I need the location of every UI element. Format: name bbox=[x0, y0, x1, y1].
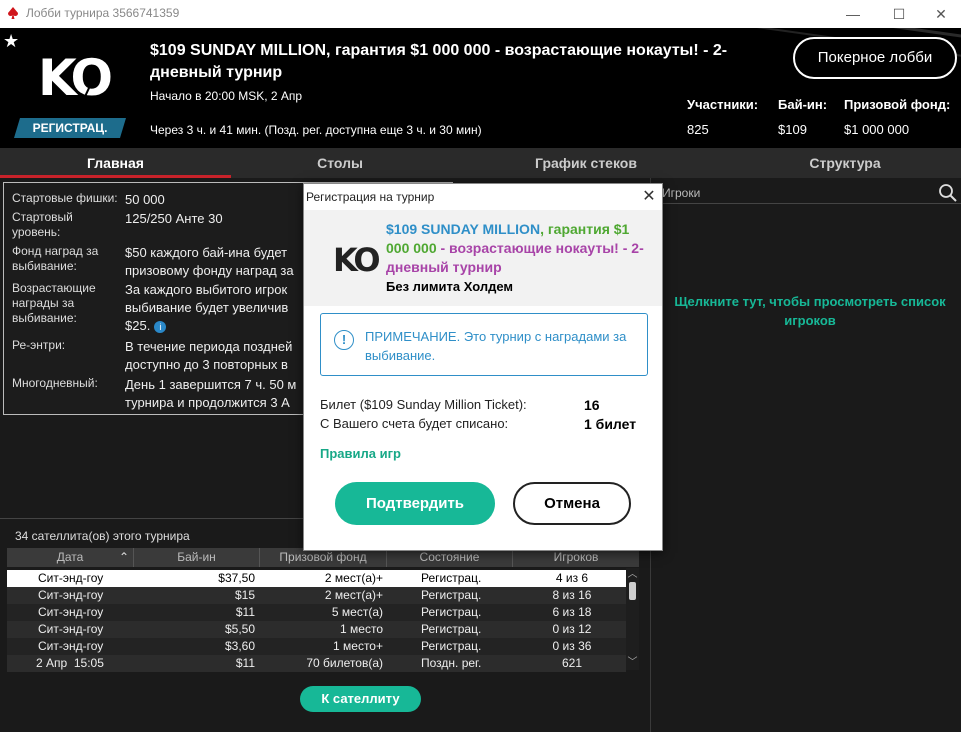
charge-label: С Вашего счета будет списано: bbox=[320, 416, 509, 431]
close-icon[interactable]: ✕ bbox=[640, 188, 658, 206]
players-panel bbox=[650, 178, 961, 732]
info-icon[interactable]: i bbox=[154, 320, 167, 333]
exclamation-icon: ! bbox=[334, 330, 354, 350]
countdown-text: Через 3 ч. и 41 мин. (Позд. рег. доступн… bbox=[150, 123, 482, 137]
knockout-logo: KO bbox=[333, 241, 381, 279]
entrants-label: Участники: bbox=[687, 97, 759, 112]
tab-main[interactable]: Главная bbox=[0, 148, 231, 178]
players-search-label: Игроки bbox=[662, 186, 701, 200]
pokerstars-spade-icon bbox=[8, 7, 18, 19]
search-icon[interactable] bbox=[938, 183, 958, 203]
entrants-value: 825 bbox=[687, 122, 709, 137]
note-box: ! ПРИМЕЧАНИЕ. Это турнир с наградами за … bbox=[320, 313, 648, 376]
ticket-label: Билет ($109 Sunday Million Ticket): bbox=[320, 397, 527, 412]
favorite-star-icon[interactable]: ★ bbox=[3, 31, 19, 52]
scroll-thumb[interactable] bbox=[629, 582, 636, 600]
view-players-link[interactable]: Щелкните тут, чтобы просмотреть список и… bbox=[660, 292, 960, 330]
close-window-button[interactable]: ✕ bbox=[918, 0, 961, 28]
note-text: ПРИМЕЧАНИЕ. Это турнир с наградами за вы… bbox=[365, 329, 627, 363]
table-row[interactable]: Сит-энд-гоу $3,60 1 место+ Регистрац. 0 … bbox=[7, 638, 626, 655]
confirm-button[interactable]: Подтвердить bbox=[335, 482, 495, 525]
table-row[interactable]: Сит-энд-гоу $5,50 1 место Регистрац. 0 и… bbox=[7, 621, 626, 638]
tab-tables[interactable]: Столы bbox=[231, 148, 449, 178]
tournament-lobby-window: Лобби турнира 3566741359 — ☐ ✕ ★ KO РЕГИ… bbox=[0, 0, 961, 732]
column-buyin[interactable]: Бай-ин bbox=[134, 548, 260, 567]
buyin-value: $109 bbox=[778, 122, 807, 137]
minimize-button[interactable]: — bbox=[830, 0, 876, 28]
active-tab-indicator bbox=[0, 175, 231, 178]
maximize-button[interactable]: ☐ bbox=[876, 0, 922, 28]
column-date[interactable]: Дата ⌃ bbox=[7, 548, 134, 567]
lobby-tabs: Главная Столы График стеков Структура bbox=[0, 148, 961, 178]
game-rules-link[interactable]: Правила игр bbox=[320, 446, 401, 461]
table-row[interactable]: Сит-энд-гоу $15 2 мест(а)+ Регистрац. 8 … bbox=[7, 587, 626, 604]
to-satellite-button[interactable]: К сателлиту bbox=[300, 686, 421, 712]
start-time: Начало в 20:00 MSK, 2 Апр bbox=[150, 89, 303, 103]
table-row[interactable]: Сит-энд-гоу $37,50 2 мест(а)+ Регистрац.… bbox=[7, 570, 626, 587]
status-badge: РЕГИСТРАЦ. bbox=[14, 118, 126, 138]
tournament-title: $109 SUNDAY MILLION, гарантия $1 000 000… bbox=[150, 42, 728, 81]
scroll-up-arrow-icon[interactable]: ︿ bbox=[626, 570, 639, 580]
table-scrollbar[interactable]: ︿ ﹀ bbox=[626, 568, 639, 670]
tab-stack-chart[interactable]: График стеков bbox=[481, 148, 691, 178]
title-bar: Лобби турнира 3566741359 — ☐ ✕ bbox=[0, 0, 961, 28]
tournament-header: ★ KO РЕГИСТРАЦ. $109 SUNDAY MILLION, гар… bbox=[0, 28, 961, 148]
knockout-logo: KO bbox=[38, 49, 113, 107]
dialog-title: Регистрация на турнир bbox=[306, 190, 435, 204]
table-row[interactable]: 2 Апр 15:05 $11 70 билетов(а) Поздн. рег… bbox=[7, 655, 626, 672]
cancel-button[interactable]: Отмена bbox=[513, 482, 631, 525]
tab-structure[interactable]: Структура bbox=[740, 148, 950, 178]
sort-chevron-up-icon: ⌃ bbox=[119, 550, 130, 564]
game-type: Без лимита Холдем bbox=[386, 279, 514, 294]
charge-value: 1 билет bbox=[584, 416, 637, 432]
prize-pool-label: Призовой фонд: bbox=[844, 97, 951, 112]
scroll-down-arrow-icon[interactable]: ﹀ bbox=[626, 658, 639, 668]
satellites-title: 34 сателлита(ов) этого турнира bbox=[15, 529, 190, 543]
buyin-label: Бай-ин: bbox=[778, 97, 828, 112]
prize-pool-value: $1 000 000 bbox=[844, 122, 910, 137]
ticket-count: 16 bbox=[584, 397, 600, 413]
dialog-tournament-name: $109 SUNDAY MILLION, гарантия $1 000 000… bbox=[386, 221, 644, 275]
poker-lobby-button[interactable]: Покерное лобби bbox=[793, 37, 957, 79]
registration-dialog: Регистрация на турнир ✕ KO $109 SUNDAY M… bbox=[303, 183, 663, 551]
table-row[interactable]: Сит-энд-гоу $11 5 мест(а) Регистрац. 6 и… bbox=[7, 604, 626, 621]
window-title: Лобби турнира 3566741359 bbox=[26, 6, 180, 20]
